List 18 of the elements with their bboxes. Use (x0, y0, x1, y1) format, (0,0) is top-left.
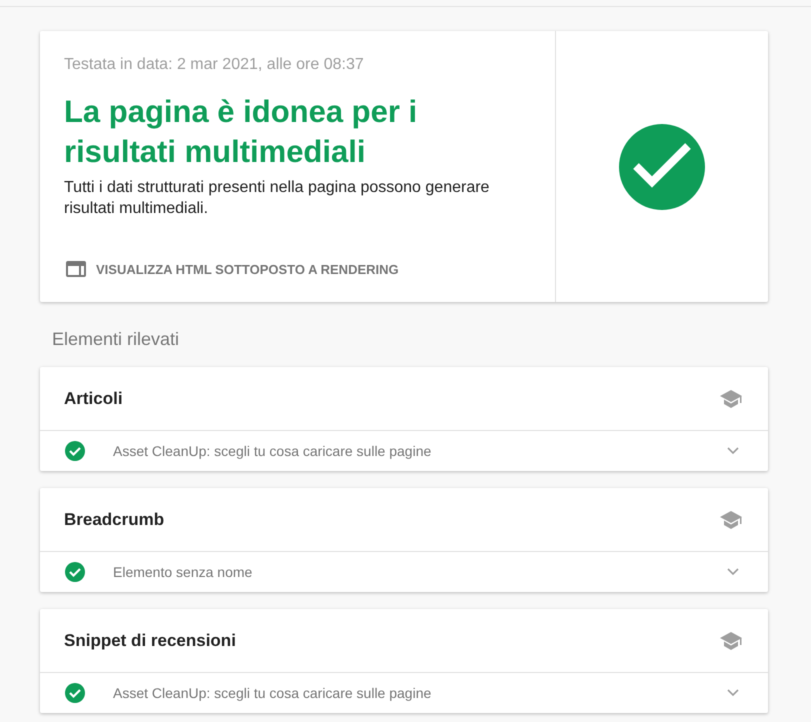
browser-window-icon (66, 261, 86, 277)
card-title: Snippet di recensioni (64, 630, 236, 650)
graduation-cap-icon[interactable] (720, 632, 742, 650)
timestamp-text: Testata in data: 2 mar 2021, alle ore 08:37 (64, 55, 364, 75)
chevron-down-icon[interactable] (727, 689, 739, 697)
section-heading: Elementi rilevati (52, 328, 180, 351)
card-title: Breadcrumb (64, 510, 164, 530)
result-headline: La pagina è idonea per i risultati multimediali (64, 93, 418, 171)
card-title: Articoli (64, 388, 123, 408)
result-description: Tutti i dati strutturati presenti nella pagina possono generare risultati multimediali. (64, 178, 490, 219)
chevron-down-icon[interactable] (727, 447, 739, 455)
view-rendered-html-button[interactable]: VISUALIZZA HTML SOTTOPOSTO A RENDERING (64, 251, 403, 287)
graduation-cap-icon[interactable] (720, 510, 742, 528)
item-name: Asset CleanUp: scegli tu cosa caricare sulle pagine (113, 685, 432, 701)
graduation-cap-icon[interactable] (720, 390, 742, 408)
item-name: Elemento senza nome (113, 564, 252, 580)
chevron-down-icon[interactable] (727, 568, 739, 576)
item-name: Asset CleanUp: scegli tu cosa caricare sulle pagine (113, 443, 432, 459)
